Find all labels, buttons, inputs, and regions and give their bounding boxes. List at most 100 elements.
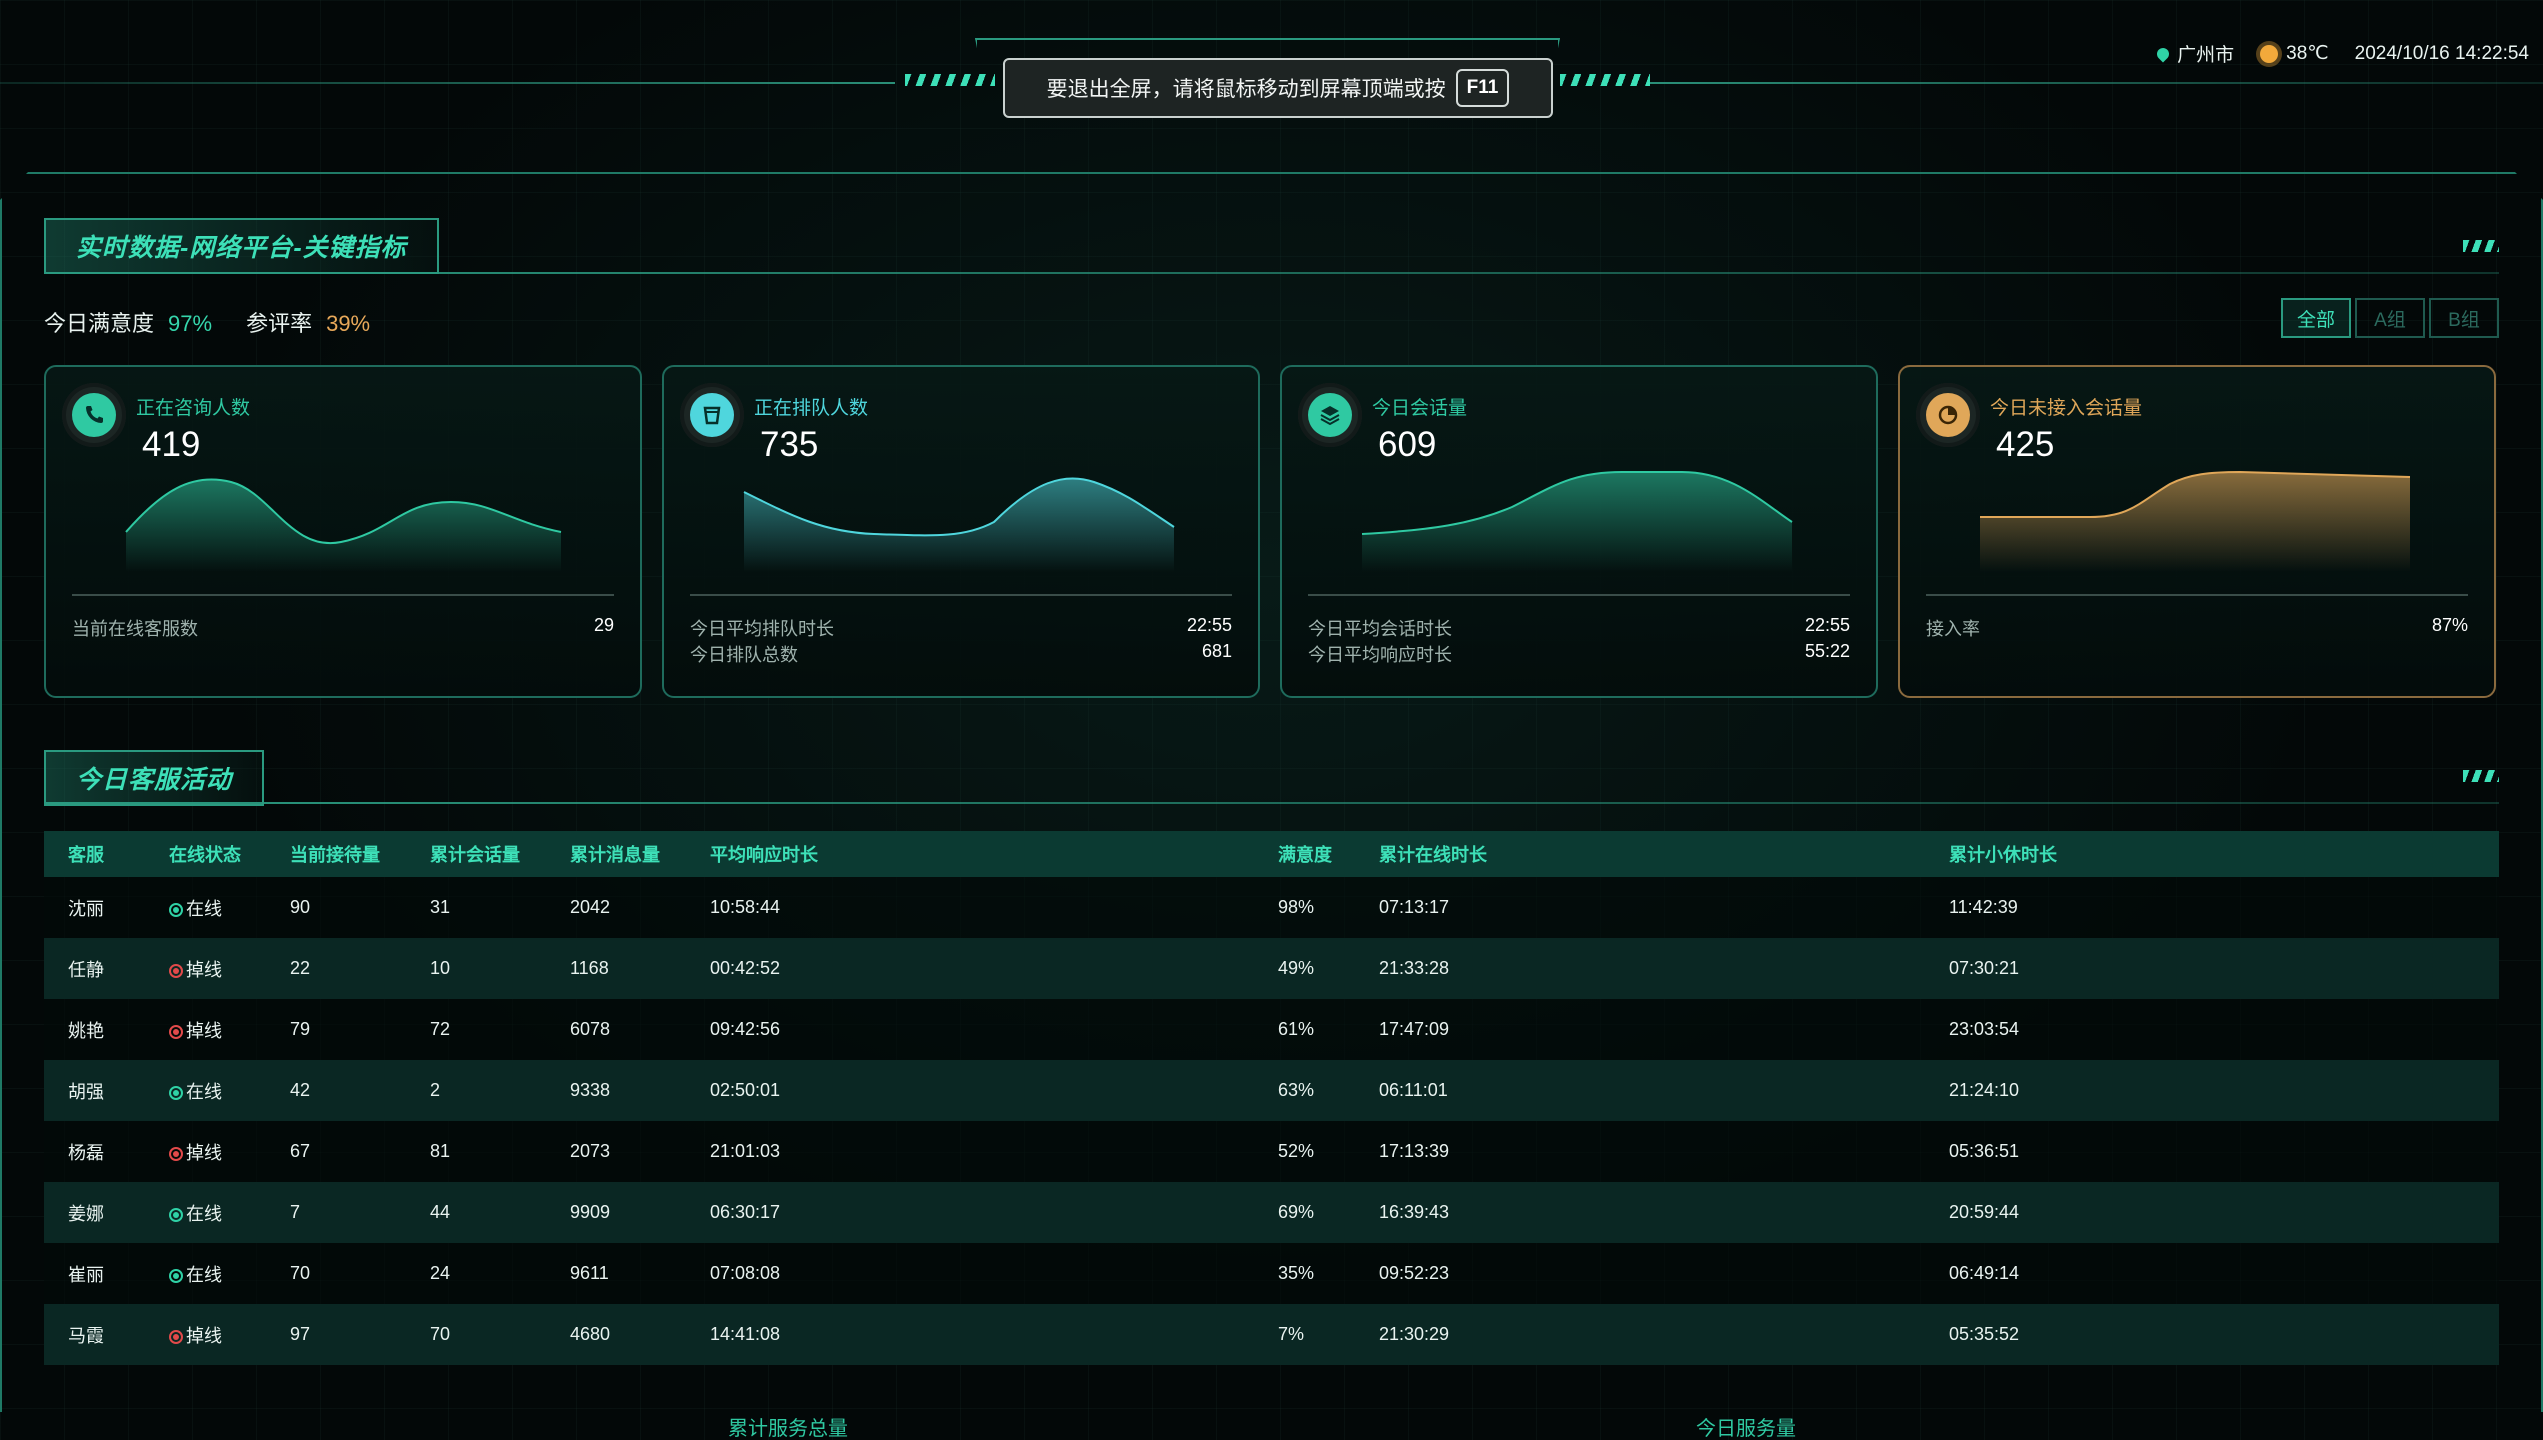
section-title-realtime-text: 实时数据-网络平台-关键指标	[76, 234, 407, 262]
status-text: 掉线	[186, 1142, 222, 1163]
table-cell: 7	[266, 1182, 406, 1243]
card-row: 今日平均会话时长 22:55	[1308, 615, 1850, 641]
filter-b-button[interactable]: B组	[2429, 298, 2499, 338]
table-cell: 21:30:29	[1355, 1304, 1925, 1365]
column-header[interactable]: 平均响应时长	[686, 831, 1254, 877]
status-text: 掉线	[186, 1020, 222, 1041]
table-cell: 9338	[546, 1060, 686, 1121]
satisfaction-label: 今日满意度	[44, 311, 155, 336]
table-cell: 9909	[546, 1182, 686, 1243]
table-cell: 17:13:39	[1355, 1121, 1925, 1182]
column-header[interactable]: 累计在线时长	[1355, 831, 1925, 877]
column-header[interactable]: 累计消息量	[546, 831, 686, 877]
table-row[interactable]: 沈丽 在线 90 31 2042 10:58:44 98% 07:13:17 11:42:39	[44, 877, 2499, 938]
table-cell: 马霞	[44, 1304, 145, 1365]
online-status-icon	[169, 1207, 183, 1222]
column-header[interactable]: 累计会话量	[406, 831, 546, 877]
card-consulting: 正在咨询人数 419 当前在线客服数 29	[44, 365, 642, 698]
table-cell: 9611	[546, 1243, 686, 1304]
card-divider	[690, 594, 1232, 596]
card-value: 735	[760, 425, 819, 464]
table-cell: 11:42:39	[1925, 877, 2499, 938]
table-cell: 21:33:28	[1355, 938, 1925, 999]
table-cell: 胡强	[44, 1060, 145, 1121]
section-title-activity-text: 今日客服活动	[76, 766, 233, 794]
table-cell: 72	[406, 999, 546, 1060]
sun-icon	[2260, 44, 2279, 63]
status-text: 掉线	[186, 1325, 222, 1346]
status-text: 在线	[186, 1264, 222, 1285]
table-cell: 61%	[1254, 999, 1355, 1060]
satisfaction-kpi: 今日满意度 97%	[44, 306, 212, 338]
column-header[interactable]: 满意度	[1254, 831, 1355, 877]
table-cell: 81	[406, 1121, 546, 1182]
table-row[interactable]: 任静 掉线 22 10 1168 00:42:52 49% 21:33:28 07:30:21	[44, 938, 2499, 999]
table-cell: 09:52:23	[1355, 1243, 1925, 1304]
offline-status-icon	[169, 963, 183, 978]
table-cell: 05:35:52	[1925, 1304, 2499, 1365]
table-cell: 6078	[546, 999, 686, 1060]
card-sparkline	[1361, 471, 1793, 572]
table-cell: 07:08:08	[686, 1243, 1254, 1304]
offline-status-icon	[169, 1146, 183, 1161]
card-divider	[72, 594, 614, 596]
card-row-label: 今日排队总数	[690, 645, 798, 665]
filter-a-button[interactable]: A组	[2355, 298, 2425, 338]
status-cell: 掉线	[145, 1121, 266, 1182]
card-row-label: 接入率	[1926, 619, 1980, 639]
card-row-label: 今日平均响应时长	[1308, 645, 1452, 665]
table-cell: 05:36:51	[1925, 1121, 2499, 1182]
card-row: 今日排队总数 681	[690, 641, 1232, 667]
weather: 38℃	[2260, 42, 2329, 65]
card-row-value: 55:22	[1804, 641, 1850, 661]
card-row-label: 今日平均会话时长	[1308, 619, 1452, 639]
column-header[interactable]: 累计小休时长	[1925, 831, 2499, 877]
table-row[interactable]: 崔丽 在线 70 24 9611 07:08:08 35% 09:52:23 06:49:14	[44, 1243, 2499, 1304]
status-cell: 在线	[145, 1182, 266, 1243]
card-row-value: 681	[1201, 641, 1232, 661]
table-cell: 06:49:14	[1925, 1243, 2499, 1304]
card-row: 今日平均响应时长 55:22	[1308, 641, 1850, 667]
card-icon-wrap	[62, 383, 126, 447]
agent-activity-table: 客服 在线状态 当前接待量 累计会话量 累计消息量 平均响应时长 满意度 累计在…	[44, 831, 2499, 1365]
table-cell: 杨磊	[44, 1121, 145, 1182]
table-cell: 49%	[1254, 938, 1355, 999]
column-header[interactable]: 客服	[44, 831, 145, 877]
header-line-right	[1650, 82, 2543, 84]
table-cell: 1168	[546, 938, 686, 999]
table-row[interactable]: 姚艳 掉线 79 72 6078 09:42:56 61% 17:47:09 23:03:54	[44, 999, 2499, 1060]
fullscreen-exit-banner: 要退出全屏，请将鼠标移动到屏幕顶端或按 F11	[1003, 58, 1553, 118]
section-mark-icon	[2463, 770, 2499, 782]
table-cell: 98%	[1254, 877, 1355, 938]
location: 广州市	[2154, 40, 2234, 67]
card-value: 609	[1378, 425, 1437, 464]
card-divider	[1308, 594, 1850, 596]
table-cell: 21:24:10	[1925, 1060, 2499, 1121]
temperature-text: 38℃	[2286, 43, 2329, 64]
cup-icon	[690, 393, 734, 437]
card-sparkline	[125, 478, 562, 572]
table-cell: 22	[266, 938, 406, 999]
card-row: 当前在线客服数 29	[72, 615, 614, 641]
table-cell: 52%	[1254, 1121, 1355, 1182]
table-cell: 16:39:43	[1355, 1182, 1925, 1243]
table-row[interactable]: 马霞 掉线 97 70 4680 14:41:08 7% 21:30:29 05:35:52	[44, 1304, 2499, 1365]
header-stripes-left	[905, 74, 995, 86]
section-title-realtime: 实时数据-网络平台-关键指标	[44, 218, 439, 274]
table-header-row: 客服 在线状态 当前接待量 累计会话量 累计消息量 平均响应时长 满意度 累计在…	[44, 831, 2499, 877]
table-cell: 06:30:17	[686, 1182, 1254, 1243]
table-row[interactable]: 杨磊 掉线 67 81 2073 21:01:03 52% 17:13:39 05:36:51	[44, 1121, 2499, 1182]
table-row[interactable]: 姜娜 在线 7 44 9909 06:30:17 69% 16:39:43 20:59:44	[44, 1182, 2499, 1243]
table-row[interactable]: 胡强 在线 42 2 9338 02:50:01 63% 06:11:01 21:24:10	[44, 1060, 2499, 1121]
column-header[interactable]: 当前接待量	[266, 831, 406, 877]
section-line-activity	[44, 802, 2499, 804]
column-header[interactable]: 在线状态	[145, 831, 266, 877]
online-status-icon	[169, 1268, 183, 1283]
table-cell: 4680	[546, 1304, 686, 1365]
filter-all-button[interactable]: 全部	[2281, 298, 2351, 338]
review-rate-kpi: 参评率 39%	[246, 306, 370, 338]
card-label: 今日未接入会话量	[1990, 398, 2143, 419]
table-cell: 42	[266, 1060, 406, 1121]
status-text: 在线	[186, 1081, 222, 1102]
table-cell: 02:50:01	[686, 1060, 1254, 1121]
